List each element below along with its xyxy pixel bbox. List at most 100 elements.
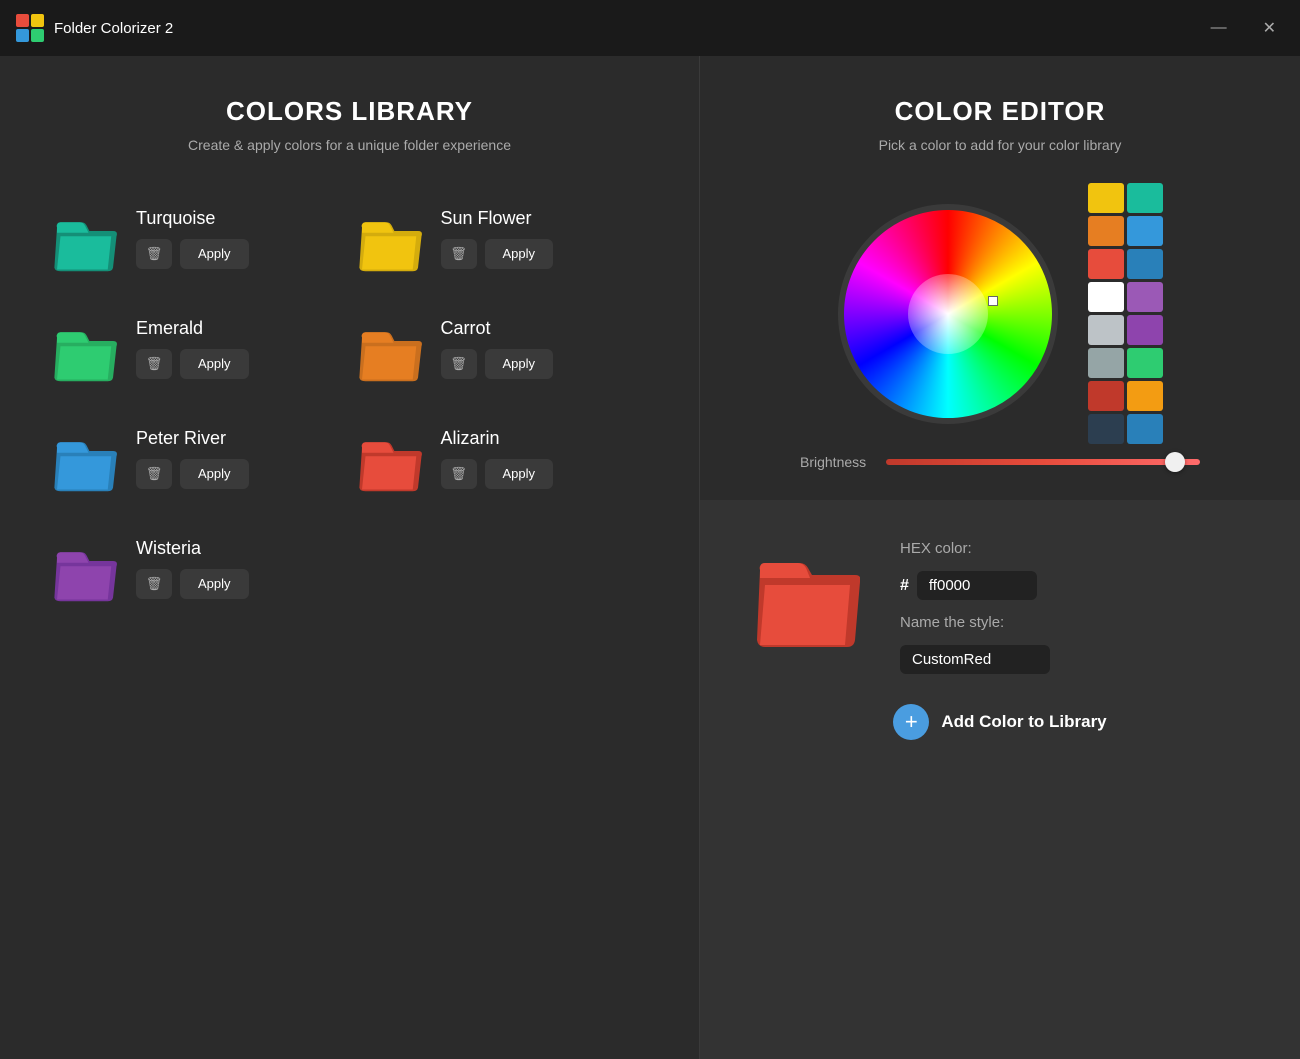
- delete-button-wisteria[interactable]: 🗑: [136, 569, 172, 599]
- preview-folder: [750, 530, 860, 650]
- color-item-turquoise: Turquoise 🗑 Apply: [50, 193, 345, 283]
- hex-section: HEX color: # Name the style:: [900, 530, 1050, 674]
- swatch-3[interactable]: [1127, 216, 1163, 246]
- color-name-wisteria: Wisteria: [136, 538, 249, 559]
- delete-button-turquoise[interactable]: 🗑: [136, 239, 172, 269]
- add-label: Add Color to Library: [941, 712, 1106, 732]
- color-info-wisteria: Wisteria 🗑 Apply: [136, 538, 249, 599]
- folder-icon-emerald: [50, 313, 120, 383]
- main-content: COLORS LIBRARY Create & apply colors for…: [0, 56, 1300, 1059]
- editor-bottom: HEX color: # Name the style: + Add Color…: [700, 500, 1300, 1059]
- add-btn-row: + Add Color to Library: [750, 704, 1250, 740]
- color-wheel-container[interactable]: [838, 204, 1058, 424]
- swatch-11[interactable]: [1127, 348, 1163, 378]
- swatch-13[interactable]: [1127, 381, 1163, 411]
- folder-icon-carrot: [355, 313, 425, 383]
- color-item-alizarin: Alizarin 🗑 Apply: [355, 413, 650, 503]
- swatch-6[interactable]: [1088, 282, 1124, 312]
- swatch-10[interactable]: [1088, 348, 1124, 378]
- swatch-7[interactable]: [1127, 282, 1163, 312]
- swatch-8[interactable]: [1088, 315, 1124, 345]
- apply-button-turquoise[interactable]: Apply: [180, 239, 249, 269]
- style-name-input[interactable]: [900, 645, 1050, 674]
- color-item-carrot: Carrot 🗑 Apply: [355, 303, 650, 393]
- color-actions-turquoise: 🗑 Apply: [136, 239, 249, 269]
- titlebar: Folder Colorizer 2 — ✕: [0, 0, 1300, 56]
- add-color-button[interactable]: + Add Color to Library: [893, 704, 1106, 740]
- close-button[interactable]: ✕: [1255, 14, 1284, 42]
- apply-button-alizarin[interactable]: Apply: [485, 459, 554, 489]
- minimize-button[interactable]: —: [1203, 14, 1235, 42]
- swatch-12[interactable]: [1088, 381, 1124, 411]
- color-actions-carrot: 🗑 Apply: [441, 349, 554, 379]
- color-info-emerald: Emerald 🗑 Apply: [136, 318, 249, 379]
- color-info-carrot: Carrot 🗑 Apply: [441, 318, 554, 379]
- apply-button-sunflower[interactable]: Apply: [485, 239, 554, 269]
- color-name-alizarin: Alizarin: [441, 428, 554, 449]
- apply-button-emerald[interactable]: Apply: [180, 349, 249, 379]
- editor-top: COLOR EDITOR Pick a color to add for you…: [700, 56, 1300, 500]
- apply-button-carrot[interactable]: Apply: [485, 349, 554, 379]
- name-label: Name the style:: [900, 614, 1050, 631]
- color-item-peterriver: Peter River 🗑 Apply: [50, 413, 345, 503]
- color-name-emerald: Emerald: [136, 318, 249, 339]
- folder-icon-wisteria: [50, 533, 120, 603]
- color-info-turquoise: Turquoise 🗑 Apply: [136, 208, 249, 269]
- color-editor-panel: COLOR EDITOR Pick a color to add for you…: [700, 56, 1300, 1059]
- editor-bottom-content: HEX color: # Name the style:: [750, 530, 1250, 674]
- color-actions-emerald: 🗑 Apply: [136, 349, 249, 379]
- color-info-alizarin: Alizarin 🗑 Apply: [441, 428, 554, 489]
- color-name-peterriver: Peter River: [136, 428, 249, 449]
- hex-input[interactable]: [917, 571, 1037, 600]
- delete-button-carrot[interactable]: 🗑: [441, 349, 477, 379]
- color-actions-sunflower: 🗑 Apply: [441, 239, 554, 269]
- window-controls: — ✕: [1203, 14, 1284, 42]
- apply-button-wisteria[interactable]: Apply: [180, 569, 249, 599]
- color-actions-wisteria: 🗑 Apply: [136, 569, 249, 599]
- delete-button-peterriver[interactable]: 🗑: [136, 459, 172, 489]
- delete-button-sunflower[interactable]: 🗑: [441, 239, 477, 269]
- colors-grid: Turquoise 🗑 Apply Sun Flower 🗑 Apply: [50, 193, 649, 613]
- add-icon: +: [893, 704, 929, 740]
- hex-hash: #: [900, 577, 909, 595]
- color-actions-peterriver: 🗑 Apply: [136, 459, 249, 489]
- brightness-row: Brightness: [750, 454, 1250, 470]
- swatch-14[interactable]: [1088, 414, 1124, 444]
- folder-icon-alizarin: [355, 423, 425, 493]
- color-item-emerald: Emerald 🗑 Apply: [50, 303, 345, 393]
- color-item-sunflower: Sun Flower 🗑 Apply: [355, 193, 650, 283]
- swatch-0[interactable]: [1088, 183, 1124, 213]
- delete-button-alizarin[interactable]: 🗑: [441, 459, 477, 489]
- folder-icon-sunflower: [355, 203, 425, 273]
- swatch-15[interactable]: [1127, 414, 1163, 444]
- swatch-4[interactable]: [1088, 249, 1124, 279]
- hex-input-row: #: [900, 571, 1050, 600]
- color-item-wisteria: Wisteria 🗑 Apply: [50, 523, 345, 613]
- brightness-slider[interactable]: [886, 459, 1200, 465]
- brightness-label: Brightness: [800, 454, 866, 470]
- swatches-grid: [1088, 183, 1163, 444]
- swatch-9[interactable]: [1127, 315, 1163, 345]
- swatch-1[interactable]: [1127, 183, 1163, 213]
- swatch-2[interactable]: [1088, 216, 1124, 246]
- library-title: COLORS LIBRARY: [50, 96, 649, 127]
- apply-button-peterriver[interactable]: Apply: [180, 459, 249, 489]
- color-name-turquoise: Turquoise: [136, 208, 249, 229]
- editor-title: COLOR EDITOR: [895, 96, 1106, 127]
- app-logo: [16, 14, 44, 42]
- color-wheel[interactable]: [838, 204, 1058, 424]
- folder-icon-turquoise: [50, 203, 120, 273]
- wheel-cursor: [988, 296, 998, 306]
- editor-controls-row: [750, 183, 1250, 444]
- hex-label: HEX color:: [900, 540, 1050, 557]
- delete-button-emerald[interactable]: 🗑: [136, 349, 172, 379]
- colors-library-panel: COLORS LIBRARY Create & apply colors for…: [0, 56, 700, 1059]
- color-actions-alizarin: 🗑 Apply: [441, 459, 554, 489]
- swatch-5[interactable]: [1127, 249, 1163, 279]
- color-name-carrot: Carrot: [441, 318, 554, 339]
- library-subtitle: Create & apply colors for a unique folde…: [50, 137, 649, 153]
- color-info-peterriver: Peter River 🗑 Apply: [136, 428, 249, 489]
- color-info-sunflower: Sun Flower 🗑 Apply: [441, 208, 554, 269]
- folder-icon-peterriver: [50, 423, 120, 493]
- editor-subtitle: Pick a color to add for your color libra…: [879, 137, 1122, 153]
